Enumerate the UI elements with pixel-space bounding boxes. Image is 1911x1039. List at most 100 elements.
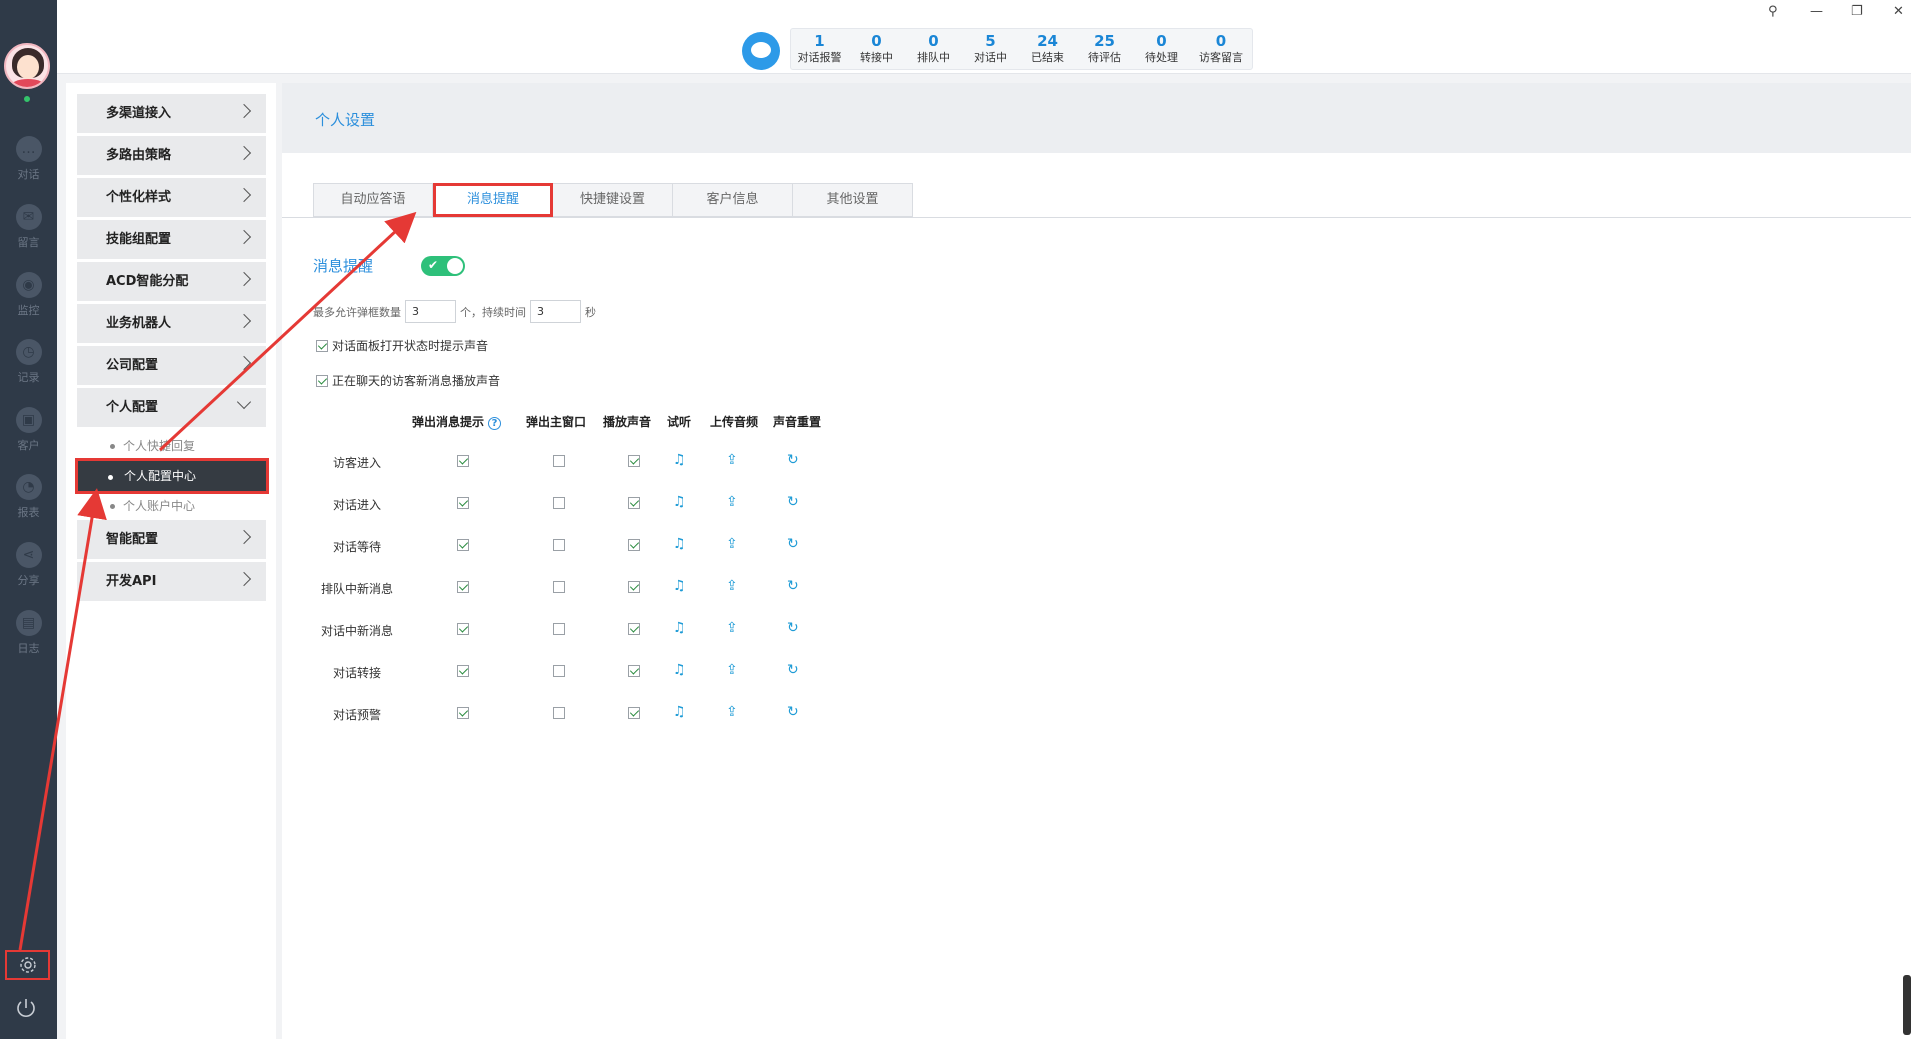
tab-shortcuts[interactable]: 快捷键设置: [553, 183, 673, 217]
power-icon[interactable]: [14, 996, 38, 1020]
nav-message[interactable]: ✉ 留言: [0, 204, 57, 264]
nav-share[interactable]: ⋖ 分享: [0, 542, 57, 602]
row-label: 对话转接: [332, 666, 381, 680]
close-icon[interactable]: ✕: [1893, 4, 1904, 19]
col-play-sound: 播放声音: [603, 415, 652, 429]
pin-icon[interactable]: ⚲: [1768, 4, 1778, 19]
sound-checkbox[interactable]: [628, 539, 640, 551]
reset-icon[interactable]: ↻: [787, 620, 799, 636]
menu-robot[interactable]: 业务机器人: [77, 304, 266, 343]
sound-checkbox[interactable]: [628, 623, 640, 635]
stat-to-evaluate[interactable]: 25 待评估: [1076, 29, 1133, 69]
main-window-checkbox[interactable]: [553, 665, 565, 677]
nav-chat[interactable]: … 对话: [0, 136, 57, 196]
upload-icon[interactable]: ⇪: [726, 704, 738, 720]
stat-visitor-message[interactable]: 0 访客留言: [1190, 29, 1252, 69]
popup-checkbox[interactable]: [457, 623, 469, 635]
sound-checkbox[interactable]: [628, 455, 640, 467]
headphones-icon[interactable]: ♫: [673, 494, 686, 510]
tab-auto-reply[interactable]: 自动应答语: [313, 183, 433, 217]
reset-icon[interactable]: ↻: [787, 494, 799, 510]
sound-checkbox[interactable]: [628, 497, 640, 509]
option-new-message-sound[interactable]: 正在聊天的访客新消息播放声音: [316, 372, 500, 389]
menu-smart-config[interactable]: 智能配置: [77, 520, 266, 559]
popup-checkbox[interactable]: [457, 707, 469, 719]
menu-personal[interactable]: 个人配置: [77, 388, 266, 427]
menu-company[interactable]: 公司配置: [77, 346, 266, 385]
popup-checkbox[interactable]: [457, 539, 469, 551]
reset-icon[interactable]: ↻: [787, 452, 799, 468]
nav-logs[interactable]: ▤ 日志: [0, 610, 57, 670]
option-panel-open-sound[interactable]: 对话面板打开状态时提示声音: [316, 337, 488, 354]
row-label: 对话预警: [332, 708, 381, 722]
avatar[interactable]: [4, 43, 50, 89]
menu-acd[interactable]: ACD智能分配: [77, 262, 266, 301]
upload-icon[interactable]: ⇪: [726, 662, 738, 678]
submenu-personal-account[interactable]: 个人账户中心: [77, 492, 266, 520]
tab-message-reminder[interactable]: 消息提醒: [433, 183, 553, 217]
main-window-checkbox[interactable]: [553, 707, 565, 719]
popup-checkbox[interactable]: [457, 497, 469, 509]
checkbox[interactable]: [316, 374, 328, 387]
main-window-checkbox[interactable]: [553, 497, 565, 509]
headphones-icon[interactable]: ♫: [673, 662, 686, 678]
stats-panel: 1 对话报警 0 转接中 0 排队中 5 对话中 24 已结束 25 待评估 0 待处理 0访…: [790, 28, 1253, 70]
stat-transferring[interactable]: 0 转接中: [848, 29, 905, 69]
headphones-icon[interactable]: ♫: [673, 704, 686, 720]
row-label: 排队中新消息: [320, 582, 393, 596]
scrollbar-thumb[interactable]: [1903, 975, 1911, 1035]
reset-icon[interactable]: ↻: [787, 662, 799, 678]
stat-in-chat[interactable]: 5 对话中: [962, 29, 1019, 69]
main-window-checkbox[interactable]: [553, 581, 565, 593]
stat-pending[interactable]: 0 待处理: [1133, 29, 1190, 69]
popup-checkbox[interactable]: [457, 581, 469, 593]
stat-finished[interactable]: 24 已结束: [1019, 29, 1076, 69]
nav-monitor[interactable]: ◉ 监控: [0, 272, 57, 332]
sound-checkbox[interactable]: [628, 707, 640, 719]
upload-icon[interactable]: ⇪: [726, 578, 738, 594]
tab-customer-info[interactable]: 客户信息: [673, 183, 793, 217]
headphones-icon[interactable]: ♫: [673, 536, 686, 552]
reminder-toggle[interactable]: ✔: [421, 256, 465, 276]
nav-reports[interactable]: ◔ 报表: [0, 474, 57, 534]
submenu-personal-config-center[interactable]: 个人配置中心: [75, 458, 269, 494]
main-window-checkbox[interactable]: [553, 455, 565, 467]
restore-icon[interactable]: ❐: [1851, 4, 1863, 19]
menu-style[interactable]: 个性化样式: [77, 178, 266, 217]
upload-icon[interactable]: ⇪: [726, 494, 738, 510]
tab-other-settings[interactable]: 其他设置: [793, 183, 913, 217]
reset-icon[interactable]: ↻: [787, 578, 799, 594]
stat-alarm[interactable]: 1 对话报警: [791, 29, 848, 69]
menu-routing[interactable]: 多路由策略: [77, 136, 266, 175]
max-popup-input[interactable]: 3: [405, 300, 456, 323]
main-window-checkbox[interactable]: [553, 623, 565, 635]
menu-skill-group[interactable]: 技能组配置: [77, 220, 266, 259]
duration-input[interactable]: 3: [530, 300, 581, 323]
settings-button[interactable]: [5, 950, 50, 980]
popup-checkbox[interactable]: [457, 665, 469, 677]
row-label: 对话进入: [332, 498, 381, 512]
upload-icon[interactable]: ⇪: [726, 452, 738, 468]
checkbox[interactable]: [316, 339, 328, 352]
chat-icon: …: [15, 136, 42, 162]
minimize-icon[interactable]: —: [1810, 4, 1823, 19]
stat-queueing[interactable]: 0 排队中: [905, 29, 962, 69]
popup-checkbox[interactable]: [457, 455, 469, 467]
sound-checkbox[interactable]: [628, 581, 640, 593]
upload-icon[interactable]: ⇪: [726, 536, 738, 552]
mail-icon: ✉: [15, 204, 42, 230]
help-icon[interactable]: ?: [488, 417, 502, 430]
upload-icon[interactable]: ⇪: [726, 620, 738, 636]
headphones-icon[interactable]: ♫: [673, 620, 686, 636]
nav-customers[interactable]: ▣ 客户: [0, 407, 57, 467]
menu-multichannel[interactable]: 多渠道接入: [77, 94, 266, 133]
headphones-icon[interactable]: ♫: [673, 452, 686, 468]
reset-icon[interactable]: ↻: [787, 536, 799, 552]
nav-records[interactable]: ◷ 记录: [0, 339, 57, 399]
reset-icon[interactable]: ↻: [787, 704, 799, 720]
submenu-personal-quick-reply[interactable]: 个人快捷回复: [77, 432, 266, 460]
menu-dev-api[interactable]: 开发API: [77, 562, 266, 601]
sound-checkbox[interactable]: [628, 665, 640, 677]
headphones-icon[interactable]: ♫: [673, 578, 686, 594]
main-window-checkbox[interactable]: [553, 539, 565, 551]
